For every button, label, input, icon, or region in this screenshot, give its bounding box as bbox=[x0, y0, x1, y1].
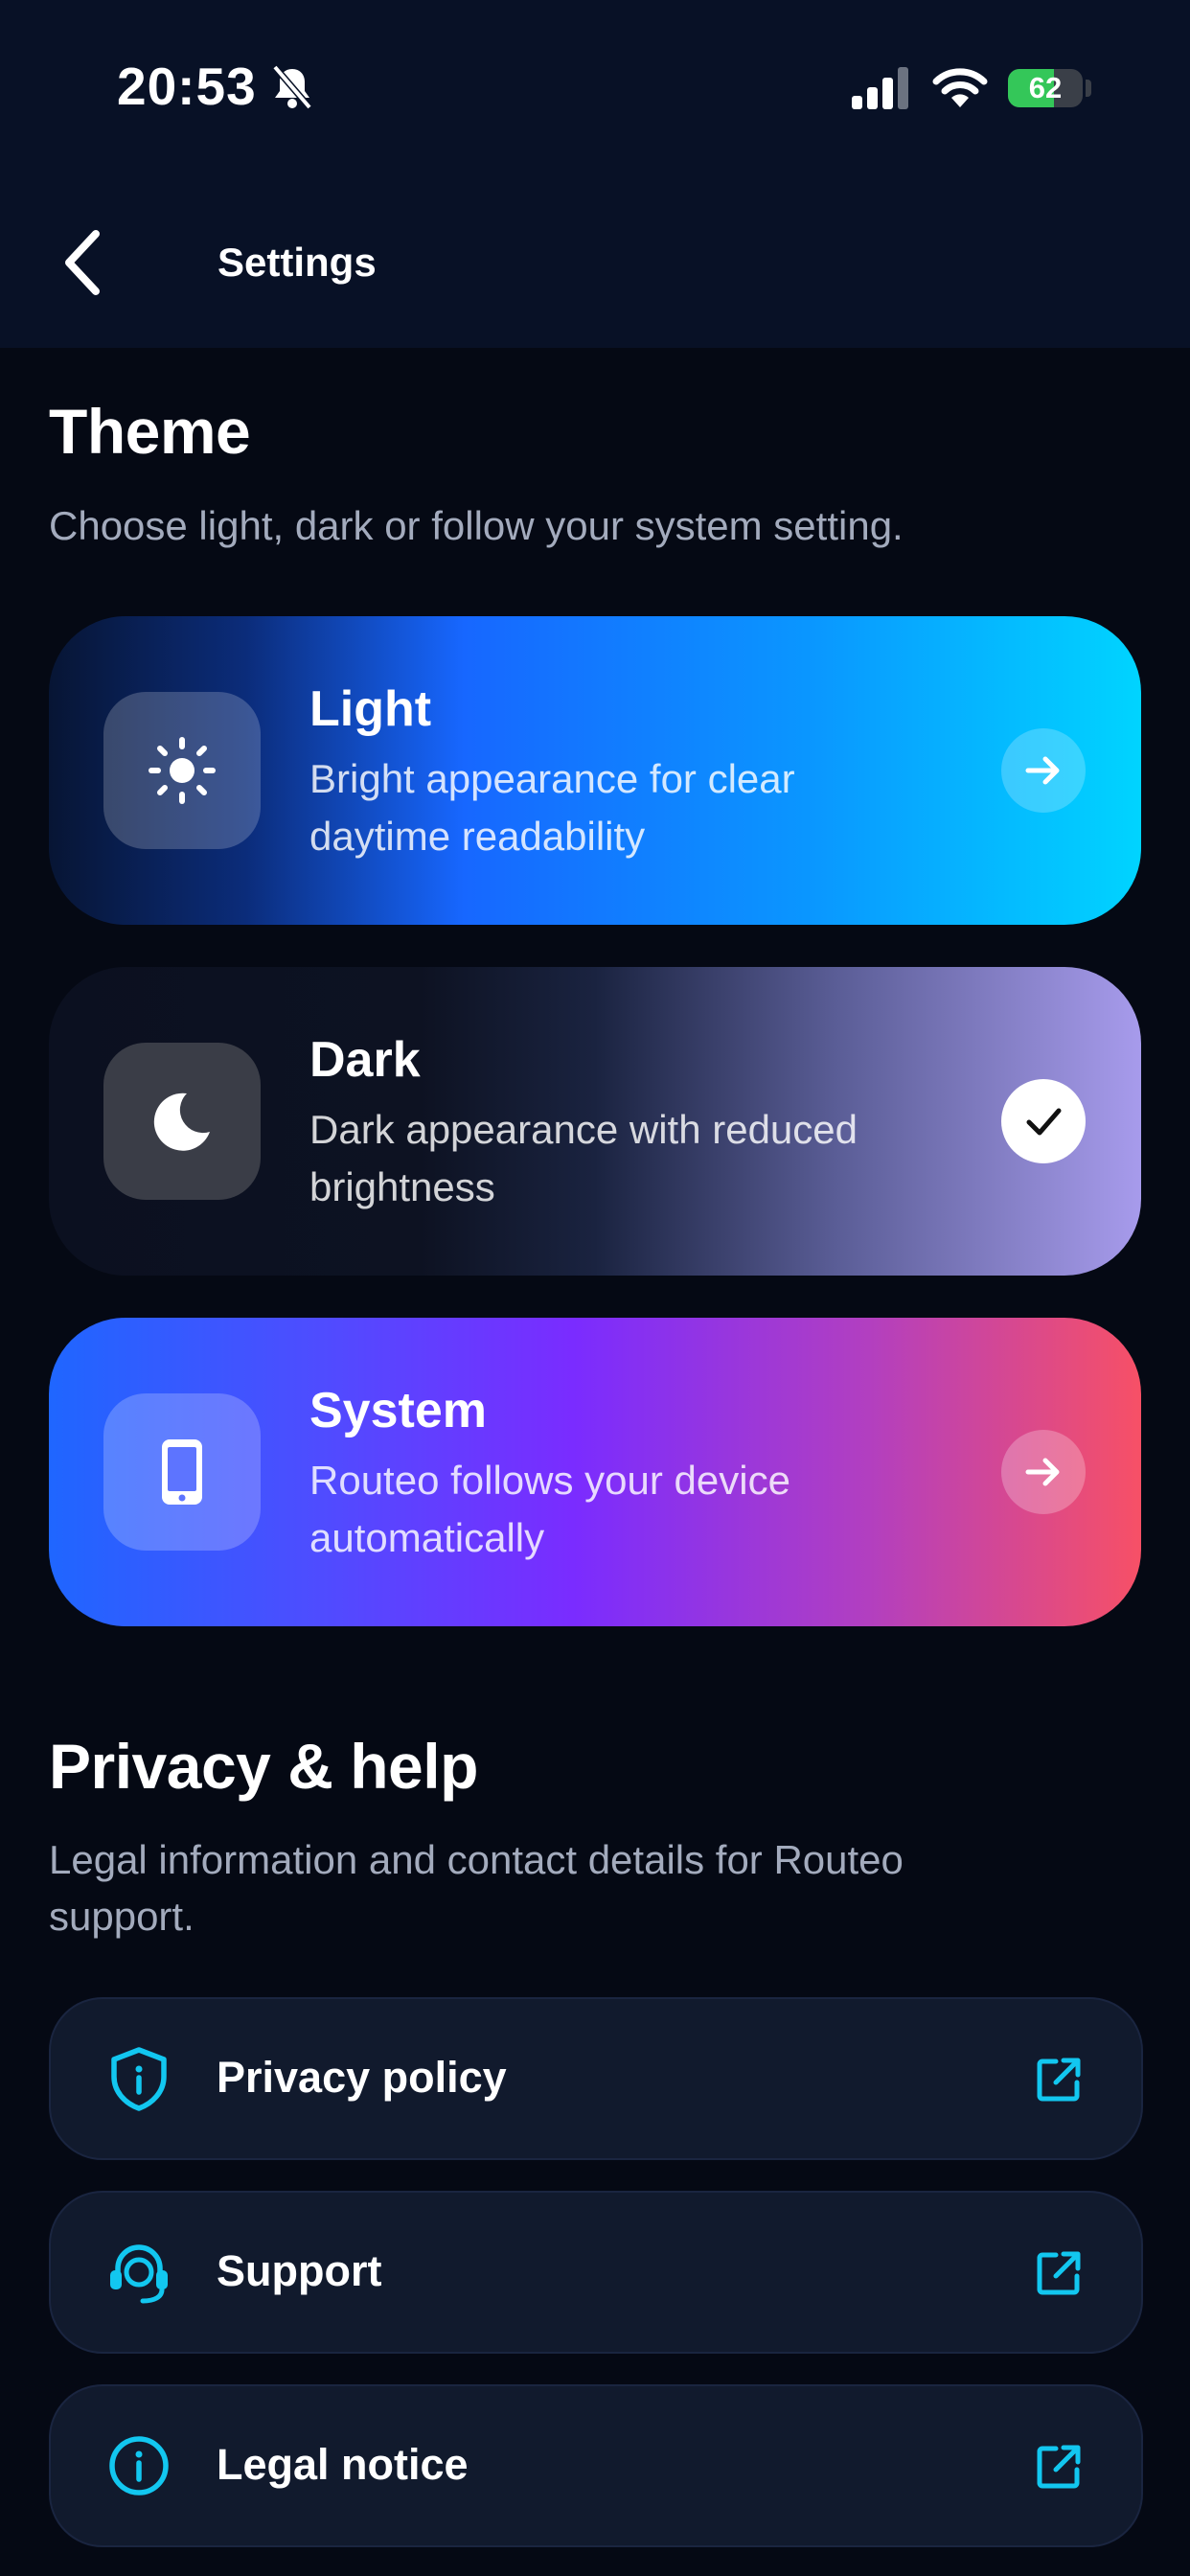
wifi-icon bbox=[932, 68, 988, 107]
privacy-policy-link[interactable]: Privacy policy bbox=[49, 1997, 1143, 2160]
theme-option-description: Dark appearance with reduced brightness bbox=[309, 1107, 858, 1209]
arrow-right-icon bbox=[1001, 728, 1086, 813]
checkmark-icon bbox=[1001, 1079, 1086, 1163]
theme-option-light[interactable]: Light Bright appearance for clear daytim… bbox=[49, 616, 1141, 925]
shield-icon bbox=[111, 2047, 167, 2111]
theme-dark-tile bbox=[103, 1043, 261, 1200]
external-link-icon bbox=[1037, 2251, 1081, 2295]
battery-level: 62 bbox=[1028, 71, 1063, 104]
theme-option-title: System bbox=[309, 1383, 487, 1438]
sun-icon bbox=[149, 737, 216, 804]
arrow-right-icon bbox=[1001, 1430, 1086, 1514]
legal-notice-link[interactable]: Legal notice bbox=[49, 2384, 1143, 2547]
moon-icon bbox=[153, 1092, 210, 1151]
theme-section-title: Theme bbox=[49, 396, 251, 467]
support-link[interactable]: Support bbox=[49, 2191, 1143, 2354]
theme-option-title: Dark bbox=[309, 1032, 421, 1088]
link-label: Legal notice bbox=[217, 2440, 469, 2489]
theme-option-description: Bright appearance for clear daytime read… bbox=[309, 756, 795, 859]
battery-cap bbox=[1086, 80, 1091, 97]
link-label: Privacy policy bbox=[217, 2053, 507, 2102]
phone-icon bbox=[162, 1439, 202, 1505]
theme-option-description: Routeo follows your device automatically bbox=[309, 1458, 790, 1560]
link-label: Support bbox=[217, 2246, 382, 2295]
theme-option-title: Light bbox=[309, 681, 432, 737]
header: 20:53 62 Settings bbox=[0, 0, 1190, 348]
back-button[interactable] bbox=[57, 226, 111, 299]
theme-light-tile bbox=[103, 692, 261, 849]
privacy-section-title: Privacy & help bbox=[49, 1731, 478, 1802]
external-link-icon bbox=[1037, 2445, 1081, 2489]
external-link-icon bbox=[1037, 2058, 1081, 2102]
theme-section-description: Choose light, dark or follow your system… bbox=[49, 503, 904, 548]
signal-icon bbox=[852, 67, 908, 109]
battery-icon: 62 bbox=[1008, 69, 1083, 107]
page-title: Settings bbox=[217, 240, 377, 285]
theme-system-tile bbox=[103, 1393, 261, 1551]
status-time: 20:53 bbox=[117, 57, 257, 116]
bell-muted-icon bbox=[272, 64, 312, 110]
theme-option-system[interactable]: System Routeo follows your device automa… bbox=[49, 1318, 1141, 1626]
theme-option-dark[interactable]: Dark Dark appearance with reduced bright… bbox=[49, 967, 1141, 1276]
privacy-section-description: Legal information and contact details fo… bbox=[49, 1837, 904, 1939]
headset-icon bbox=[110, 2244, 168, 2304]
info-icon bbox=[109, 2436, 169, 2496]
